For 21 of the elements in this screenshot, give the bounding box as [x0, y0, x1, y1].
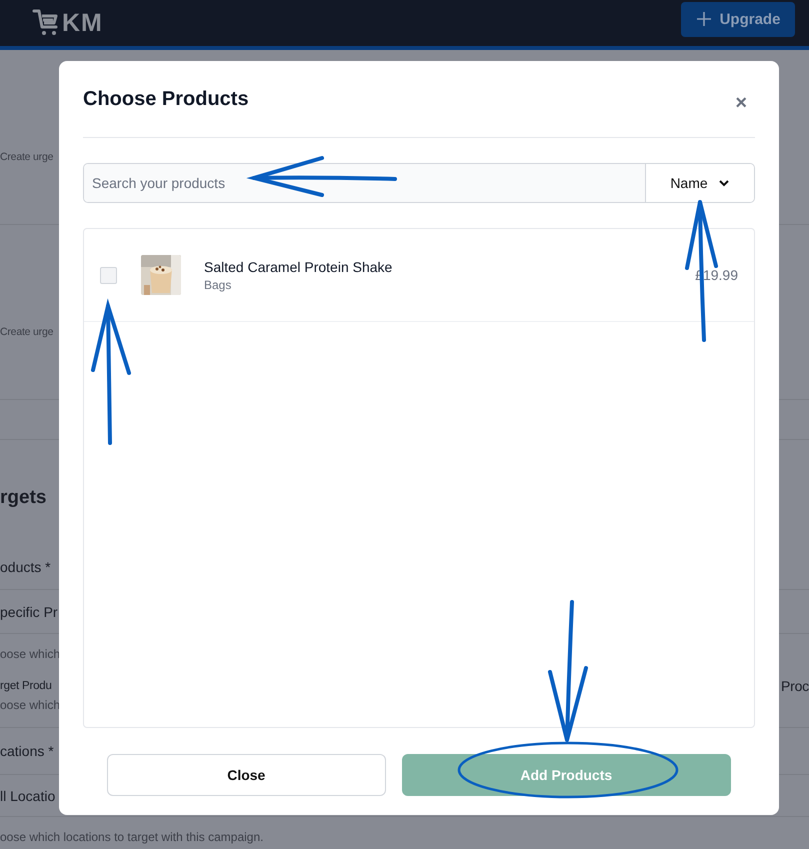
product-name: Salted Caramel Protein Shake [204, 258, 394, 274]
background-text: pecific Pr [0, 604, 58, 620]
logo-text: KM [62, 8, 103, 38]
background-text: cations * [0, 743, 54, 759]
background-text: oose which [0, 647, 60, 661]
plus-icon [696, 11, 712, 27]
background-text: rgets [0, 486, 46, 508]
background-text: oducts * [0, 559, 51, 575]
background-text: Create urge [0, 151, 54, 163]
background-text: Proc [781, 678, 809, 694]
background-text: oose which [0, 698, 60, 712]
close-button[interactable]: × [727, 92, 755, 114]
close-dialog-button[interactable]: Close [107, 754, 386, 796]
dialog-title: Choose Products [83, 88, 249, 110]
upgrade-button[interactable]: Upgrade [681, 2, 795, 36]
product-category: Bags [204, 278, 232, 292]
checkbox[interactable] [100, 266, 117, 284]
background-text: oose which locations to target with this campaign. [0, 830, 264, 844]
background-text: Create urge [0, 326, 54, 338]
background-text: rget Produ [0, 680, 52, 692]
background-text: ll Locatio [0, 788, 56, 804]
